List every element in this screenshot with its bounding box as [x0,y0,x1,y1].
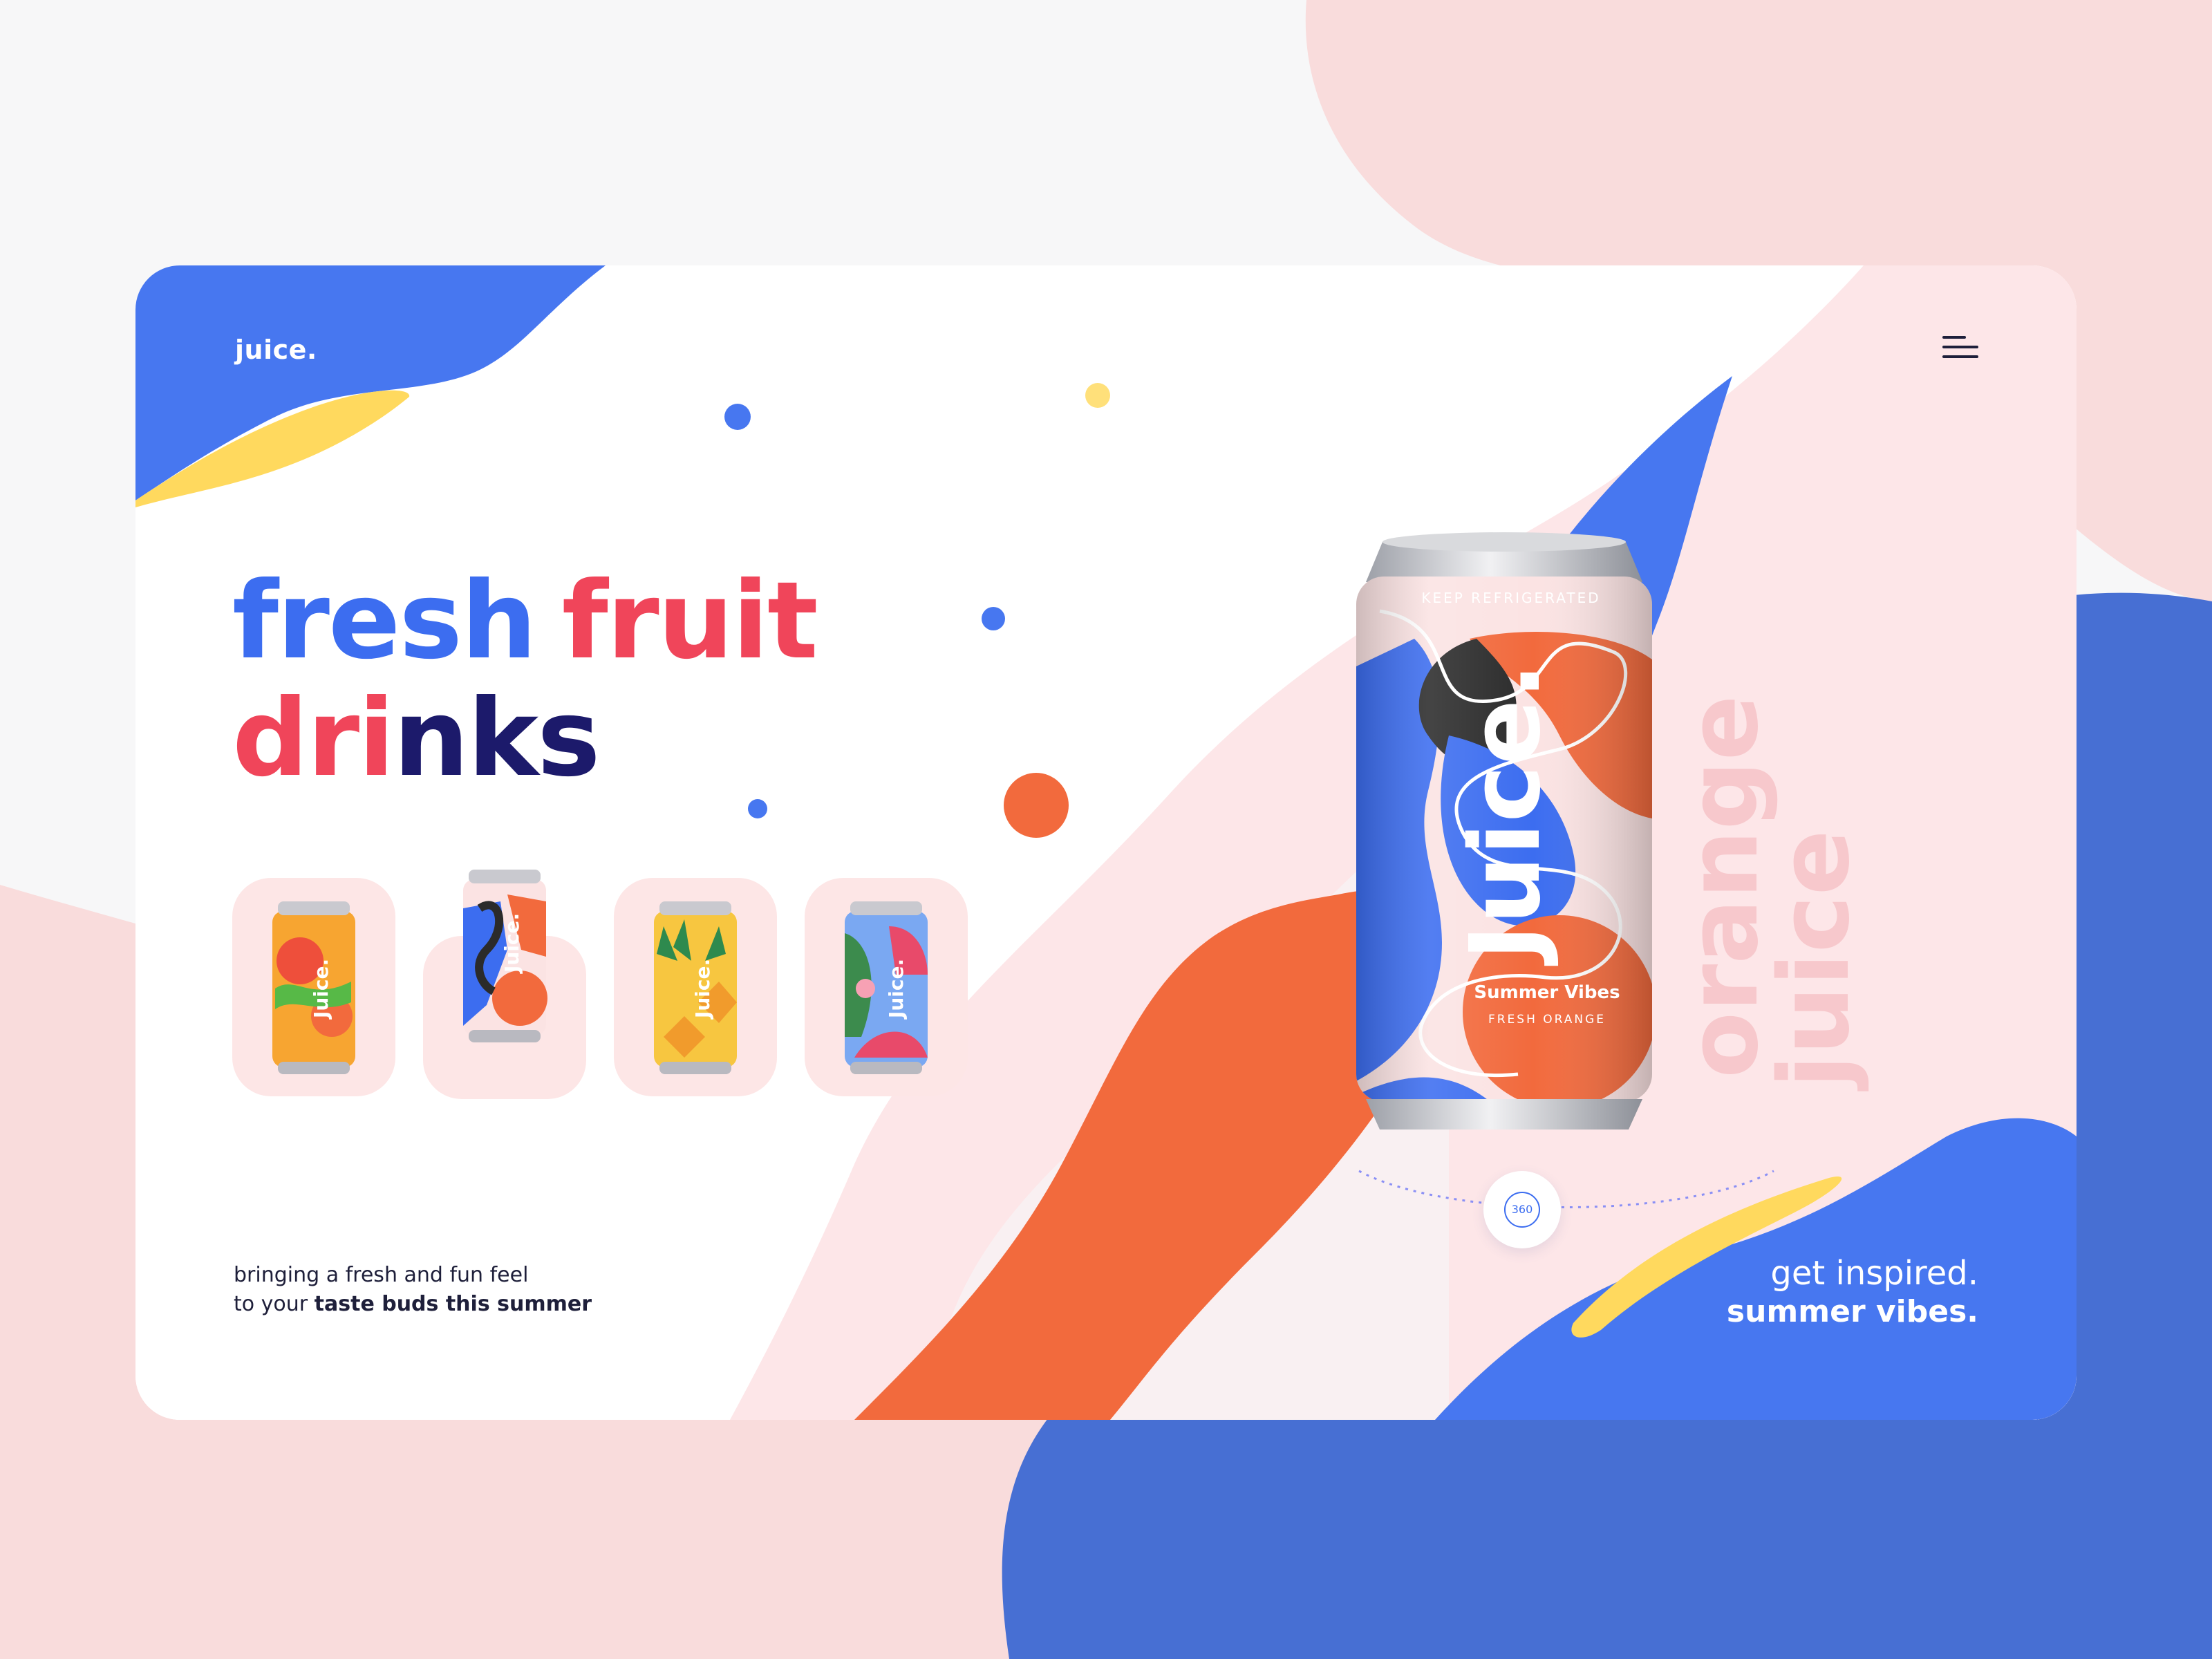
menu-icon[interactable] [1942,336,1978,359]
tagline-line-2-prefix: to your [234,1292,315,1316]
svg-text:Juice.: Juice. [500,913,523,974]
can-icon-pineapple: Juice. [654,901,737,1074]
tagline-line-2-bold: taste buds this summer [314,1292,592,1316]
can-icon-peach: Juice. [272,901,355,1074]
hero-headline: fresh fruit drinks [232,563,843,798]
svg-text:Juice.: Juice. [885,959,908,1020]
svg-text:Juice.: Juice. [310,959,332,1020]
headline-word-fruit: fruit [561,559,818,683]
can-icon-orange: Juice. [463,870,547,1042]
hero-card: juice. fresh fruit drinks Juice. Juice. … [135,265,2077,1420]
can-brand: Juice. [1450,663,1562,966]
headline-line-2: drinks [232,680,843,798]
product-thumb-pineapple[interactable]: Juice. [614,878,777,1096]
rotate-360-button[interactable]: 360 [1483,1171,1561,1248]
decor-dot-blue-tiny [748,799,767,818]
headline-word-drinks-part1: dri [232,677,395,800]
watermark-word-juice: juice [1759,830,1871,1088]
inspire-text: get inspired. summer vibes. [1727,1254,1978,1331]
can-top-text: KEEP REFRIGERATED [1421,590,1600,606]
headline-line-1: fresh fruit [232,563,843,680]
decor-dot-blue [724,404,751,430]
decor-dot-orange [1004,773,1069,838]
decor-dot-yellow [1085,383,1110,408]
inspire-line-2: summer vibes. [1726,1294,1978,1329]
headline-word-fresh: fresh [232,559,537,683]
tagline-line-2: to your taste buds this summer [234,1290,592,1319]
product-thumb-watermelon[interactable]: Juice. [805,878,968,1096]
decor-dot-blue-small [982,607,1005,630]
product-thumb-orange[interactable]: Juice. [423,870,586,1099]
rotate-360-icon: 360 [1504,1192,1540,1228]
brand-logo[interactable]: juice. [235,335,317,365]
hero-tagline: bringing a fresh and fun feel to your ta… [234,1261,592,1319]
can-name: Summer Vibes [1474,982,1620,1003]
featured-can: KEEP REFRIGERATED Juice. Summer Vibes FR… [1356,532,1652,1130]
headline-word-drinks-part2: nks [393,677,601,800]
product-thumb-peach[interactable]: Juice. [232,878,395,1096]
can-flavor: FRESH ORANGE [1488,1013,1606,1027]
tagline-line-1: bringing a fresh and fun feel [234,1263,529,1287]
can-icon-watermelon: Juice. [845,901,928,1074]
svg-text:Juice.: Juice. [691,959,714,1020]
inspire-line-1: get inspired. [1770,1254,1978,1293]
